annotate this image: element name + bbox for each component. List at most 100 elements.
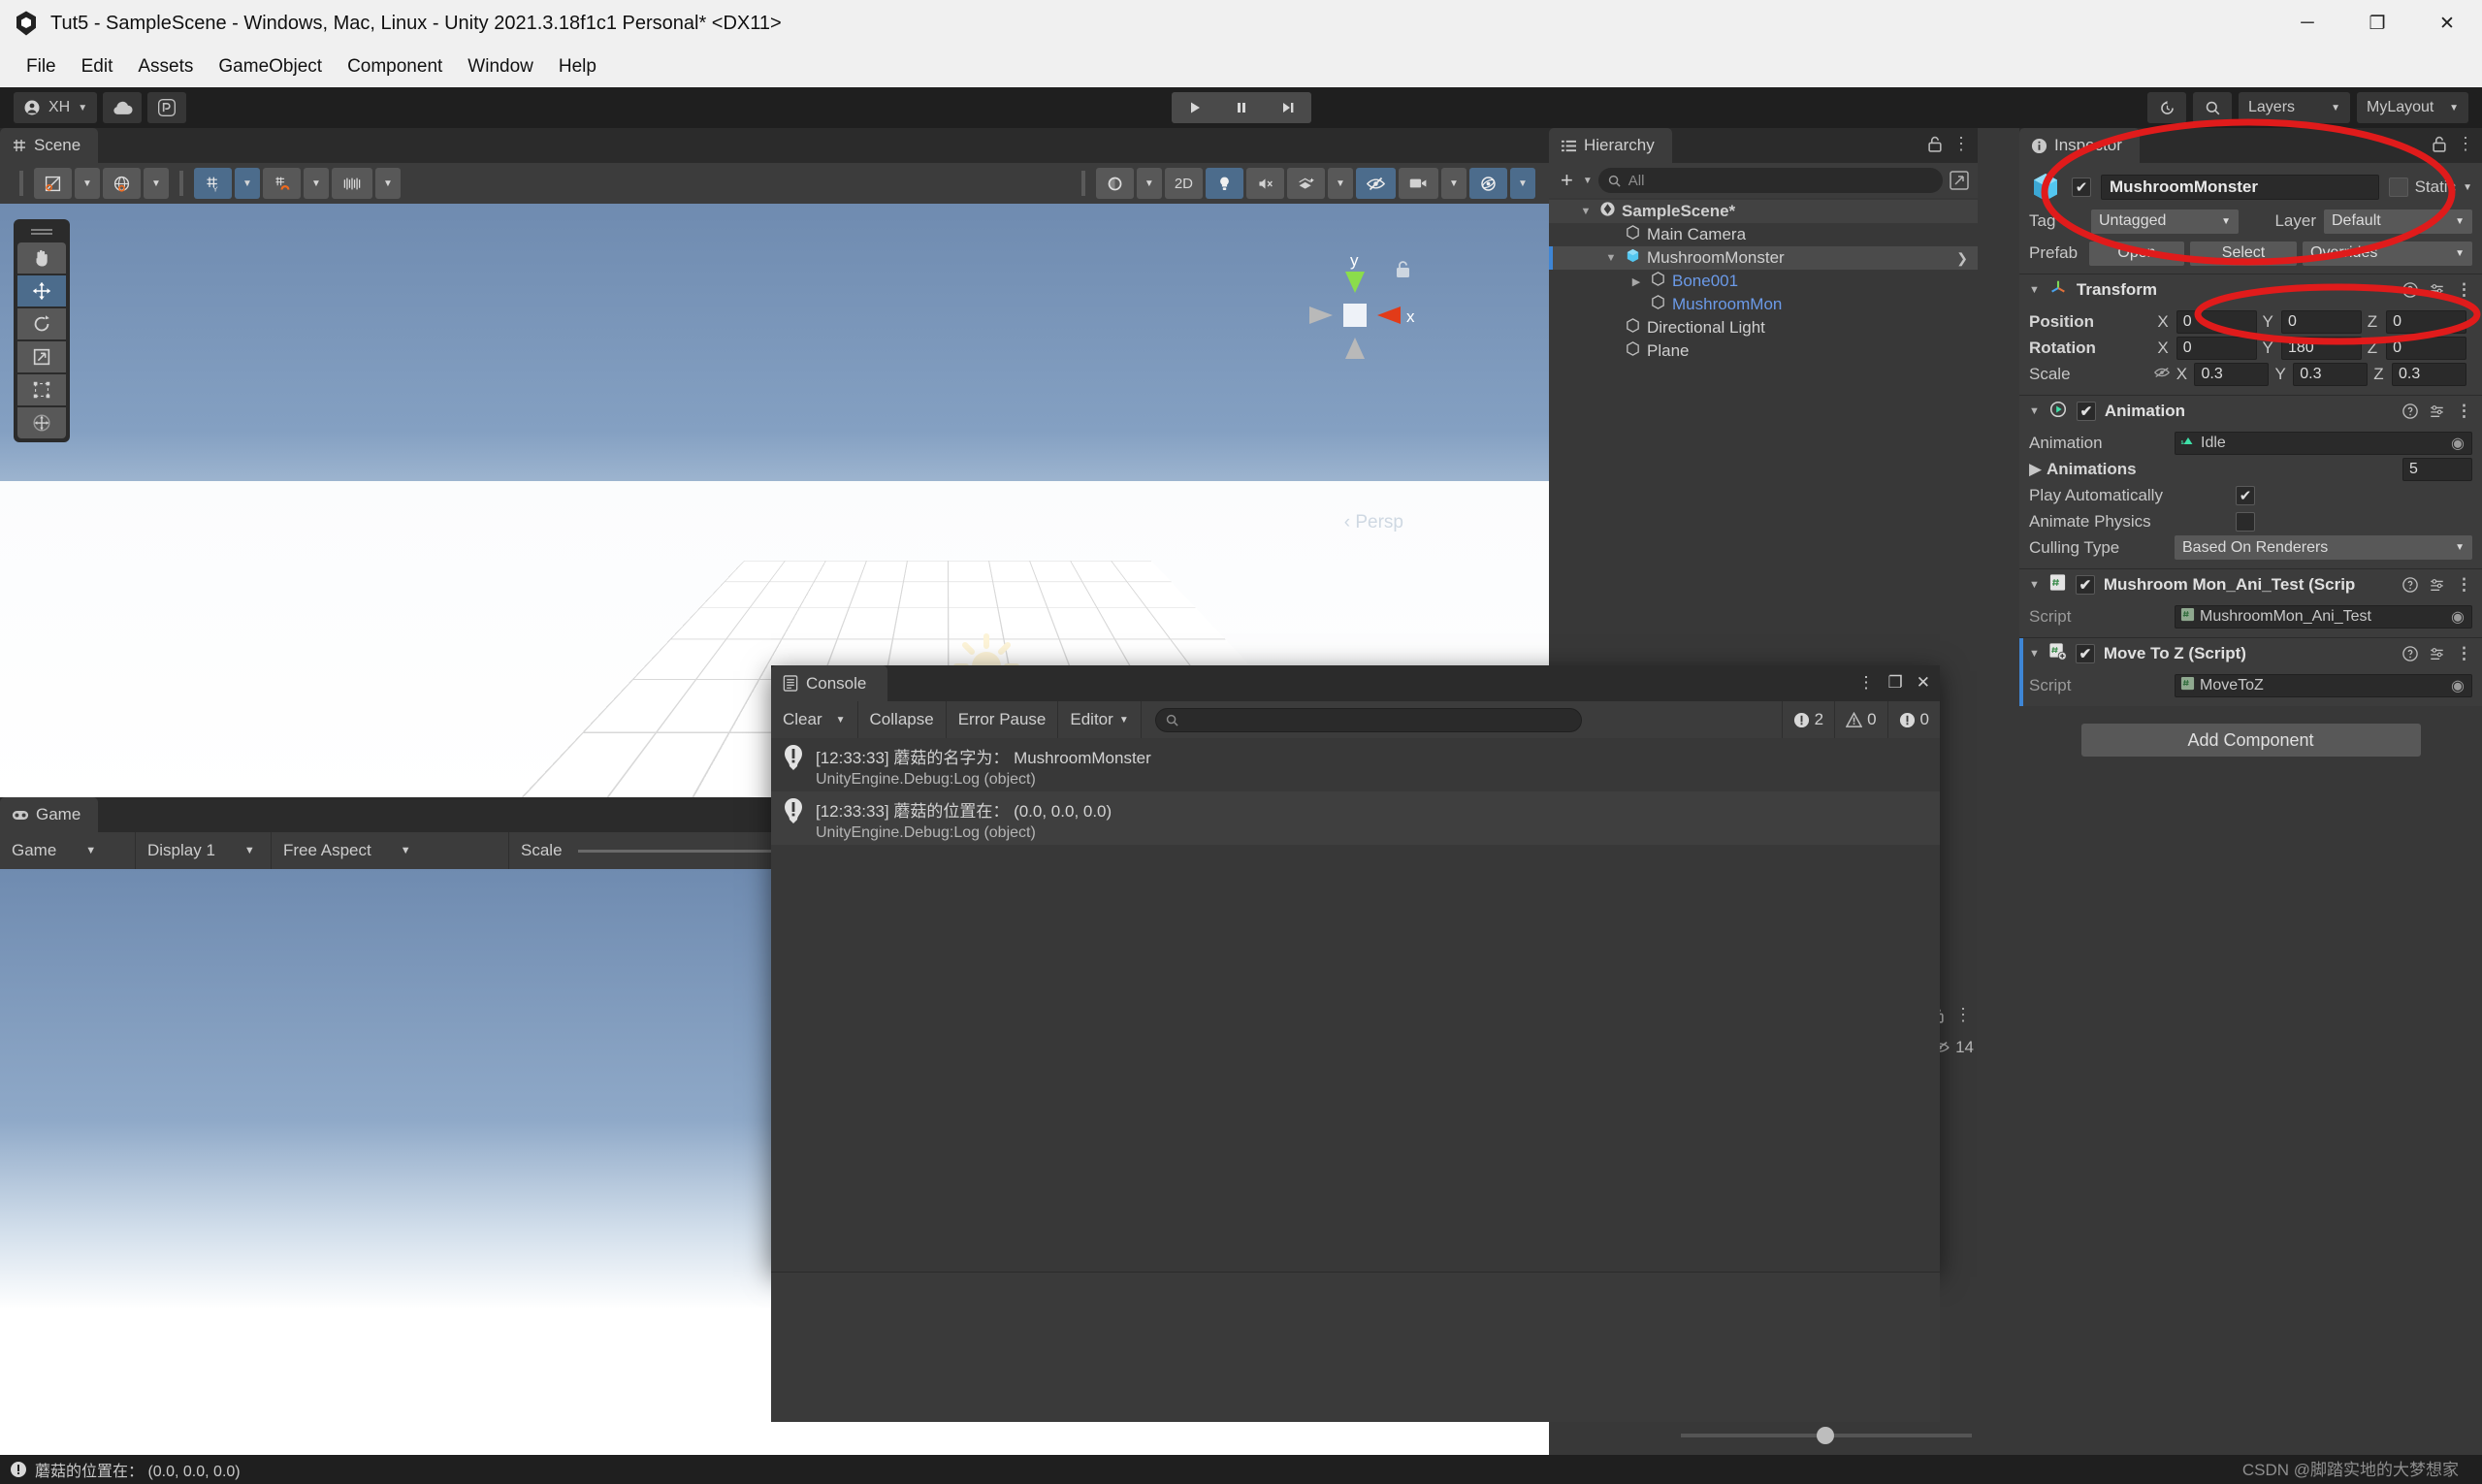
hidden-objects-button[interactable]: [1356, 168, 1396, 199]
dropdown-culling-type[interactable]: Based On Renderers ▼: [2175, 535, 2472, 560]
chevron-down-icon[interactable]: ▼: [1583, 176, 1593, 186]
component-header[interactable]: ▼ ✔ Mushroom Mon_Ani_Test (Scrip ⋮: [2019, 569, 2482, 600]
console-search-input[interactable]: [1154, 707, 1582, 732]
snap-dropdown[interactable]: ▼: [304, 168, 329, 199]
handle-space-button[interactable]: [103, 168, 141, 199]
component-menu-icon[interactable]: ⋮: [2456, 644, 2472, 663]
menu-gameobject[interactable]: GameObject: [206, 52, 335, 81]
object-field-animation[interactable]: Idle ◉: [2175, 431, 2472, 455]
field-position-y[interactable]: 0: [2280, 309, 2362, 334]
console-editor-dropdown[interactable]: Editor ▼: [1058, 701, 1142, 738]
chevron-right-icon[interactable]: ▶: [1628, 275, 1644, 288]
object-picker-icon[interactable]: ◉: [2449, 434, 2466, 453]
scene-fx-dropdown[interactable]: ▼: [1328, 168, 1353, 199]
grid-axis-dropdown[interactable]: ▼: [235, 168, 260, 199]
menu-component[interactable]: Component: [335, 52, 455, 81]
menu-edit[interactable]: Edit: [69, 52, 126, 81]
hierarchy-item-plane[interactable]: Plane: [1549, 339, 1978, 363]
component-menu-icon[interactable]: ⋮: [2456, 575, 2472, 595]
chevron-down-icon[interactable]: ▼: [2029, 579, 2040, 591]
object-picker-icon[interactable]: ◉: [2449, 676, 2466, 695]
console-clear-button[interactable]: Clear ▼: [771, 701, 858, 738]
console-entry[interactable]: [12:33:33] 蘑菇的位置在： (0.0, 0.0, 0.0) UnityE…: [771, 791, 1940, 845]
object-enabled-checkbox[interactable]: ✔: [2072, 177, 2091, 197]
pivot-mode-dropdown[interactable]: ▼: [75, 168, 100, 199]
chevron-right-icon[interactable]: ▶: [2029, 460, 2047, 479]
scene-orientation-gizmo[interactable]: y x: [1282, 242, 1428, 388]
layer-dropdown[interactable]: Default ▼: [2324, 209, 2472, 234]
search-button[interactable]: [2193, 92, 2232, 123]
console-error-pause-button[interactable]: Error Pause: [947, 701, 1059, 738]
preset-icon[interactable]: [2429, 282, 2445, 298]
tab-game[interactable]: Game: [0, 797, 99, 832]
hierarchy-expand-icon[interactable]: [1949, 170, 1970, 191]
console-error-count[interactable]: 0: [1886, 701, 1940, 738]
shading-mode-dropdown[interactable]: ▼: [1136, 168, 1162, 199]
console-menu-button[interactable]: ⋮: [1858, 673, 1875, 693]
rect-tool-button[interactable]: [17, 374, 66, 405]
rotate-tool-button[interactable]: [17, 308, 66, 339]
hierarchy-item-main-camera[interactable]: Main Camera: [1549, 223, 1978, 246]
checkbox-animate-physics[interactable]: [2236, 511, 2255, 532]
component-header[interactable]: ▼ ✔ Move To Z (Script) ⋮: [2019, 638, 2482, 669]
grid-axis-button[interactable]: Y: [194, 168, 232, 199]
game-mode-dropdown[interactable]: Game ▼: [0, 832, 136, 869]
object-field-script[interactable]: MoveToZ ◉: [2175, 673, 2472, 697]
array-size-field[interactable]: 5: [2402, 457, 2472, 481]
menu-window[interactable]: Window: [455, 52, 546, 81]
object-name-input[interactable]: MushroomMonster: [2101, 175, 2379, 200]
account-button[interactable]: XH ▼: [14, 92, 98, 123]
console-maximize-button[interactable]: ❐: [1888, 673, 1903, 693]
toggle-2d-button[interactable]: 2D: [1164, 168, 1203, 199]
prefab-overrides-dropdown[interactable]: Overrides ▼: [2303, 241, 2472, 266]
field-position-z[interactable]: 0: [2386, 309, 2466, 334]
preset-icon[interactable]: [2429, 646, 2445, 661]
grid-scale-dropdown[interactable]: ▼: [375, 168, 401, 199]
hierarchy-item-bone001[interactable]: ▶ Bone001: [1549, 270, 1978, 293]
object-field-script[interactable]: MushroomMon_Ani_Test ◉: [2175, 604, 2472, 629]
component-header[interactable]: ▼ Transform ⋮: [2019, 274, 2482, 306]
status-message[interactable]: 蘑菇的位置在： (0.0, 0.0, 0.0): [35, 1458, 241, 1481]
handle-space-dropdown[interactable]: ▼: [144, 168, 169, 199]
console-entry-list[interactable]: [12:33:33] 蘑菇的名字为： MushroomMonster UnityE…: [771, 738, 1940, 1272]
console-log-count[interactable]: 2: [1781, 701, 1834, 738]
tab-scene[interactable]: Scene: [0, 128, 99, 163]
field-scale-z[interactable]: 0.3: [2391, 362, 2466, 386]
hierarchy-item-directional-light[interactable]: Directional Light: [1549, 316, 1978, 339]
maximize-button[interactable]: ❐: [2342, 0, 2412, 47]
component-enabled-checkbox[interactable]: ✔: [2075, 644, 2095, 663]
project-zoom-handle[interactable]: [1817, 1427, 1834, 1444]
game-display-dropdown[interactable]: Display 1 ▼: [136, 832, 272, 869]
checkbox-play-automatically[interactable]: ✔: [2236, 485, 2255, 505]
component-menu-icon[interactable]: ⋮: [2456, 280, 2472, 300]
close-button[interactable]: ✕: [2412, 0, 2482, 47]
field-rotation-z[interactable]: 0: [2386, 336, 2466, 360]
object-picker-icon[interactable]: ◉: [2449, 607, 2466, 627]
pivot-mode-button[interactable]: [34, 168, 72, 199]
menu-assets[interactable]: Assets: [125, 52, 206, 81]
help-icon[interactable]: [2402, 577, 2418, 593]
static-checkbox[interactable]: [2388, 177, 2408, 197]
chevron-down-icon[interactable]: ▼: [2029, 284, 2040, 296]
services-button[interactable]: [147, 92, 187, 123]
console-collapse-button[interactable]: Collapse: [858, 701, 947, 738]
help-icon[interactable]: [2402, 403, 2418, 419]
chevron-down-icon[interactable]: ▼: [2029, 405, 2040, 417]
gizmos-button[interactable]: [1469, 168, 1507, 199]
console-warning-count[interactable]: 0: [1834, 701, 1886, 738]
component-enabled-checkbox[interactable]: ✔: [2076, 402, 2096, 421]
scene-fx-button[interactable]: [1287, 168, 1325, 199]
scene-audio-button[interactable]: [1246, 168, 1284, 199]
project-menu-icon[interactable]: ⋮: [1954, 1005, 1972, 1025]
play-button[interactable]: [1171, 92, 1218, 123]
undo-history-button[interactable]: [2147, 92, 2186, 123]
field-scale-y[interactable]: 0.3: [2293, 362, 2369, 386]
scene-camera-dropdown[interactable]: ▼: [1441, 168, 1467, 199]
preset-icon[interactable]: [2429, 577, 2445, 593]
inspector-menu-icon[interactable]: ⋮: [2457, 134, 2474, 154]
add-component-button[interactable]: Add Component: [2080, 724, 2421, 757]
scene-projection-label[interactable]: ‹ Persp: [1344, 512, 1403, 533]
hierarchy-item-mushroommon[interactable]: MushroomMon: [1549, 293, 1978, 316]
hierarchy-menu-icon[interactable]: ⋮: [1952, 134, 1970, 154]
layers-dropdown[interactable]: Layers ▼: [2239, 92, 2350, 123]
